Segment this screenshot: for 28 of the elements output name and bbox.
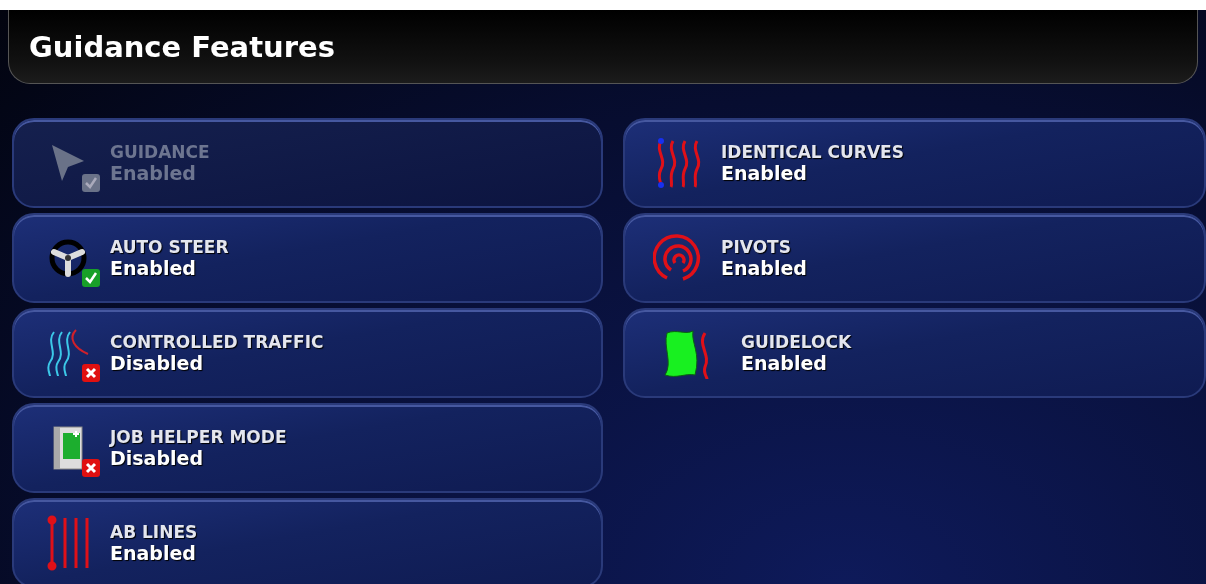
feature-status: Enabled [721, 257, 807, 279]
feature-tile[interactable]: JOB HELPER MODE Disabled [12, 403, 603, 493]
feature-name: IDENTICAL CURVES [721, 142, 904, 162]
feature-status: Enabled [110, 162, 197, 184]
feature-status: Enabled [741, 352, 828, 374]
feature-name: PIVOTS [721, 237, 792, 257]
feature-tile[interactable]: GUIDELOCK Enabled [623, 308, 1206, 398]
steering-wheel-icon [48, 238, 88, 278]
feature-tile[interactable]: IDENTICAL CURVES Enabled [623, 118, 1206, 208]
feature-status: Enabled [721, 162, 808, 184]
feature-status: Disabled [110, 447, 204, 469]
feature-name: AB LINES [110, 522, 198, 542]
screen-title: Guidance Features [29, 29, 335, 64]
feature-tile[interactable]: AUTO STEER Enabled [12, 213, 603, 303]
feature-status: Disabled [110, 352, 204, 374]
feature-tile[interactable]: AB LINES Enabled [12, 498, 603, 584]
feature-name: CONTROLLED TRAFFIC [110, 332, 324, 352]
feature-tile[interactable]: PIVOTS Enabled [623, 213, 1206, 303]
feature-status: Enabled [110, 542, 197, 564]
feature-status: Enabled [110, 257, 197, 279]
feature-tile[interactable]: CONTROLLED TRAFFIC Disabled [12, 308, 603, 398]
feature-name: AUTO STEER [110, 237, 229, 257]
feature-name: JOB HELPER MODE [110, 427, 287, 447]
parallel-lines-icon [46, 515, 90, 571]
feature-name: GUIDELOCK [741, 332, 852, 352]
wavy-lines-icon [46, 328, 90, 378]
feature-name: GUIDANCE [110, 142, 210, 162]
book-icon [50, 423, 86, 473]
